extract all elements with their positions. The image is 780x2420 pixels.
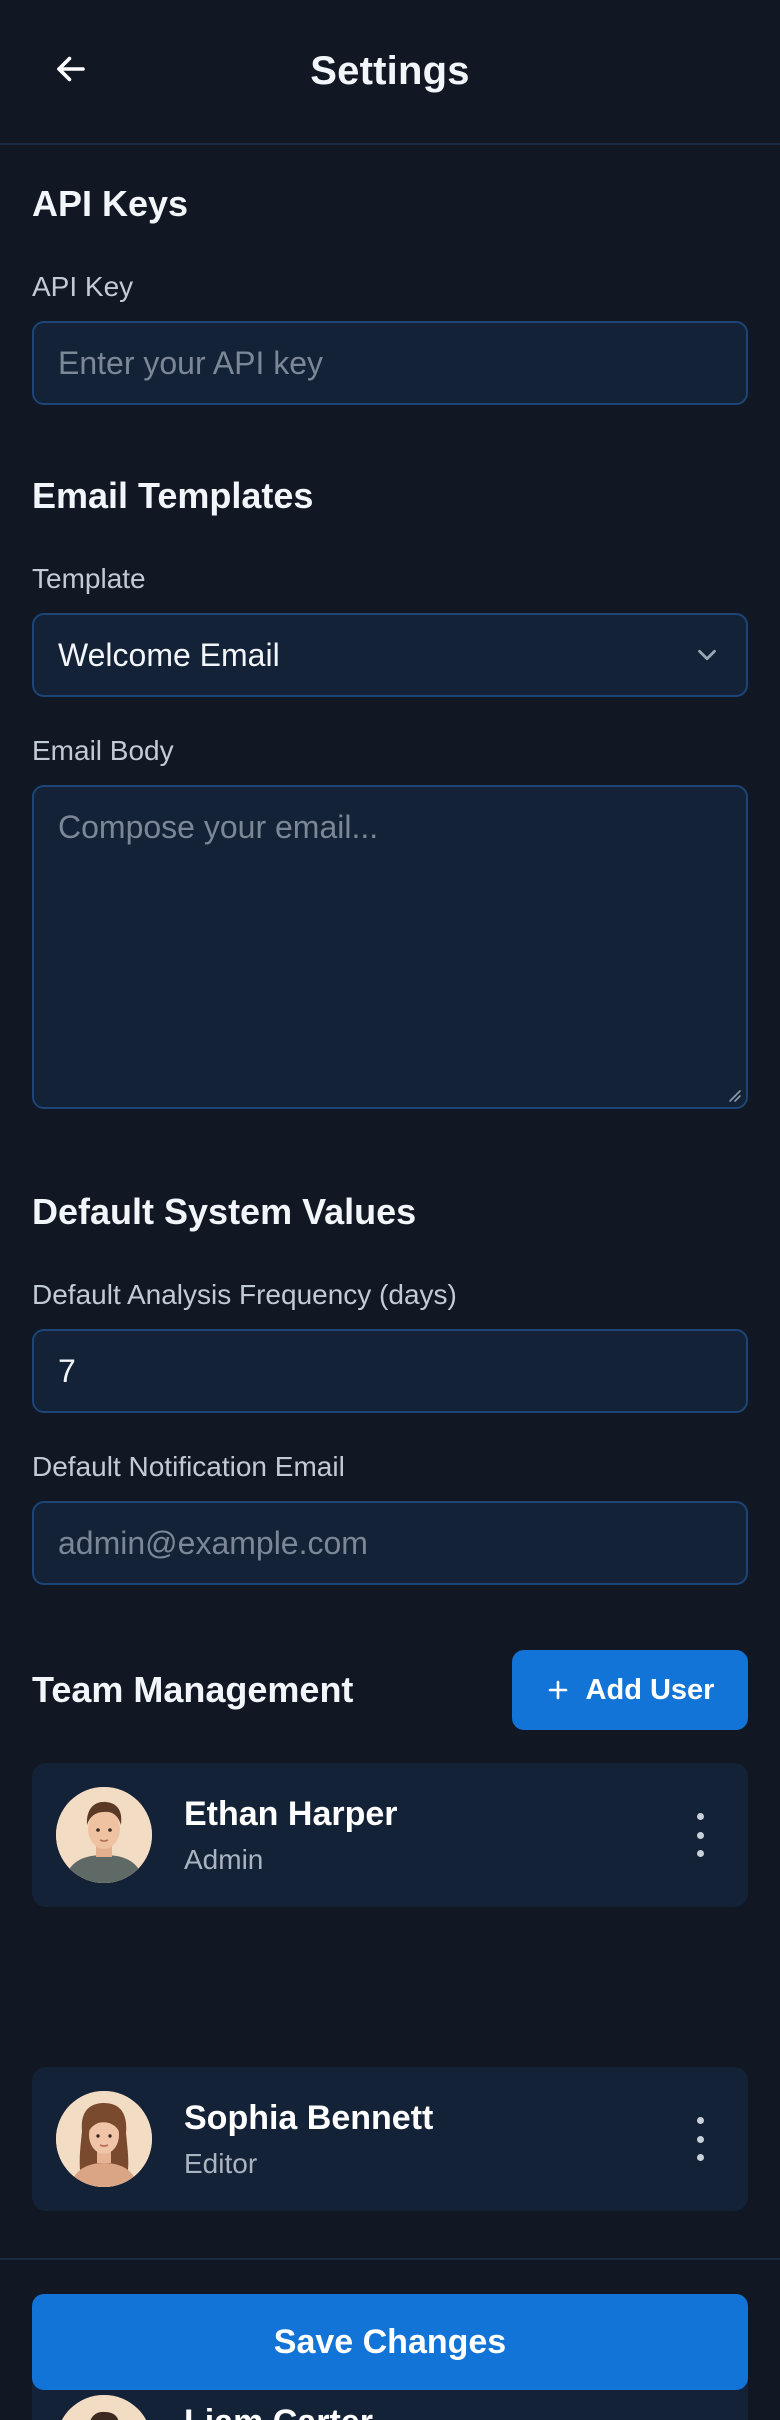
user-role: Admin — [184, 1843, 264, 1875]
email-body-placeholder: Compose your email... — [58, 809, 379, 845]
avatar — [56, 1787, 152, 1883]
add-user-label: Add User — [585, 1673, 715, 1706]
app-header: Settings — [0, 0, 780, 145]
template-select-value: Welcome Email — [58, 636, 280, 673]
notification-email-placeholder: admin@example.com — [58, 1524, 368, 1561]
frequency-label: Default Analysis Frequency (days) — [32, 1279, 457, 1310]
user-card[interactable]: Ethan Harper Admin — [32, 1763, 748, 1907]
chevron-down-icon — [698, 649, 716, 661]
notification-email-label: Default Notification Email — [32, 1451, 345, 1482]
page-title: Settings — [310, 49, 470, 93]
defaults-section-title: Default System Values — [32, 1191, 417, 1232]
email-body-label: Email Body — [32, 735, 174, 766]
resize-grip-icon[interactable] — [726, 1087, 742, 1103]
arrow-left-icon — [57, 56, 85, 82]
footer-bar: Save Changes — [0, 2258, 780, 2420]
plus-icon — [548, 1680, 567, 1700]
user-info: Ethan Harper Admin — [184, 1795, 398, 1876]
api-key-input[interactable]: Enter your API key — [32, 321, 748, 405]
add-user-button[interactable]: Add User — [512, 1650, 748, 1730]
api-key-placeholder: Enter your API key — [58, 344, 324, 381]
api-key-label: API Key — [32, 271, 134, 302]
notification-email-input[interactable]: admin@example.com — [32, 1501, 748, 1585]
user-name: Ethan Harper — [184, 1794, 398, 1833]
frequency-input[interactable]: 7 — [32, 1329, 748, 1413]
team-section-title: Team Management — [32, 1669, 354, 1710]
team-header: Team Management Add User — [32, 1650, 748, 1730]
avatar — [56, 2091, 152, 2187]
api-keys-section-title: API Keys — [32, 183, 189, 224]
more-options-icon[interactable] — [690, 2117, 710, 2161]
settings-page: Settings API Keys API Key Enter your API… — [0, 0, 780, 2420]
user-card[interactable]: Sophia Bennett Editor — [32, 2067, 748, 2211]
back-button[interactable] — [46, 44, 96, 94]
save-changes-button[interactable]: Save Changes — [32, 2294, 748, 2390]
user-info: Sophia Bennett Editor — [184, 2099, 433, 2180]
user-name: Sophia Bennett — [184, 2098, 434, 2137]
frequency-value: 7 — [58, 1352, 76, 1389]
template-label: Template — [32, 563, 146, 594]
email-body-textarea[interactable]: Compose your email... — [32, 785, 748, 1109]
email-templates-section-title: Email Templates — [32, 475, 314, 516]
user-role: Editor — [184, 2147, 258, 2179]
settings-content: API Keys API Key Enter your API key Emai… — [32, 145, 748, 2420]
more-options-icon[interactable] — [690, 1813, 710, 1857]
template-select[interactable]: Welcome Email — [32, 613, 748, 697]
